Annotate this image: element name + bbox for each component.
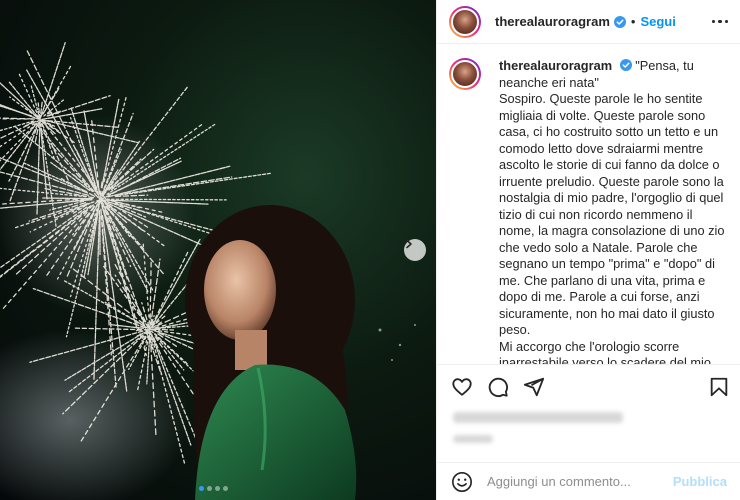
post-username[interactable]: therealauroragram — [495, 14, 610, 29]
carousel-next-button[interactable] — [404, 239, 426, 261]
comment-input[interactable] — [487, 474, 673, 489]
verified-badge-icon — [619, 59, 632, 71]
caption-area: therealauroragram "Pensa, tu neanche eri… — [437, 44, 740, 364]
caption-avatar[interactable] — [449, 58, 481, 90]
publish-button[interactable]: Pubblica — [673, 474, 727, 489]
comment-icon[interactable] — [487, 376, 509, 398]
carousel-dot — [207, 486, 212, 491]
chevron-right-icon — [406, 239, 412, 249]
share-icon[interactable] — [523, 376, 545, 398]
fireworks-photo-illustration — [0, 42, 416, 500]
carousel-dot — [215, 486, 220, 491]
caption-username[interactable]: therealauroragram — [499, 58, 612, 73]
caption-text: therealauroragram "Pensa, tu neanche eri… — [499, 58, 728, 364]
comment-bar: Pubblica — [437, 462, 740, 500]
instagram-post: therealauroragram • Segui therealaurorag… — [0, 0, 740, 500]
carousel-indicator — [199, 486, 228, 491]
caption-paragraph: Mi accorgo che l'orologio scorre inarres… — [499, 338, 711, 365]
verified-badge-icon — [613, 15, 626, 28]
heart-icon[interactable] — [451, 376, 473, 398]
bookmark-icon[interactable] — [708, 376, 730, 398]
carousel-dot — [199, 486, 204, 491]
avatar[interactable] — [449, 5, 481, 38]
action-bar — [437, 364, 740, 408]
caption-first-line: therealauroragram "Pensa, tu neanche eri… — [499, 58, 728, 91]
caption-paragraph: Sospiro. Queste parole le ho sentite mig… — [499, 91, 725, 337]
emoji-icon[interactable] — [451, 471, 473, 493]
carousel-dot — [223, 486, 228, 491]
follow-button[interactable]: Segui — [640, 14, 675, 29]
separator-dot: • — [630, 14, 636, 29]
post-photo[interactable] — [0, 0, 436, 500]
more-options-icon[interactable] — [711, 14, 728, 30]
post-header: therealauroragram • Segui — [437, 0, 740, 44]
post-side-panel: therealauroragram • Segui therealaurorag… — [436, 0, 740, 500]
